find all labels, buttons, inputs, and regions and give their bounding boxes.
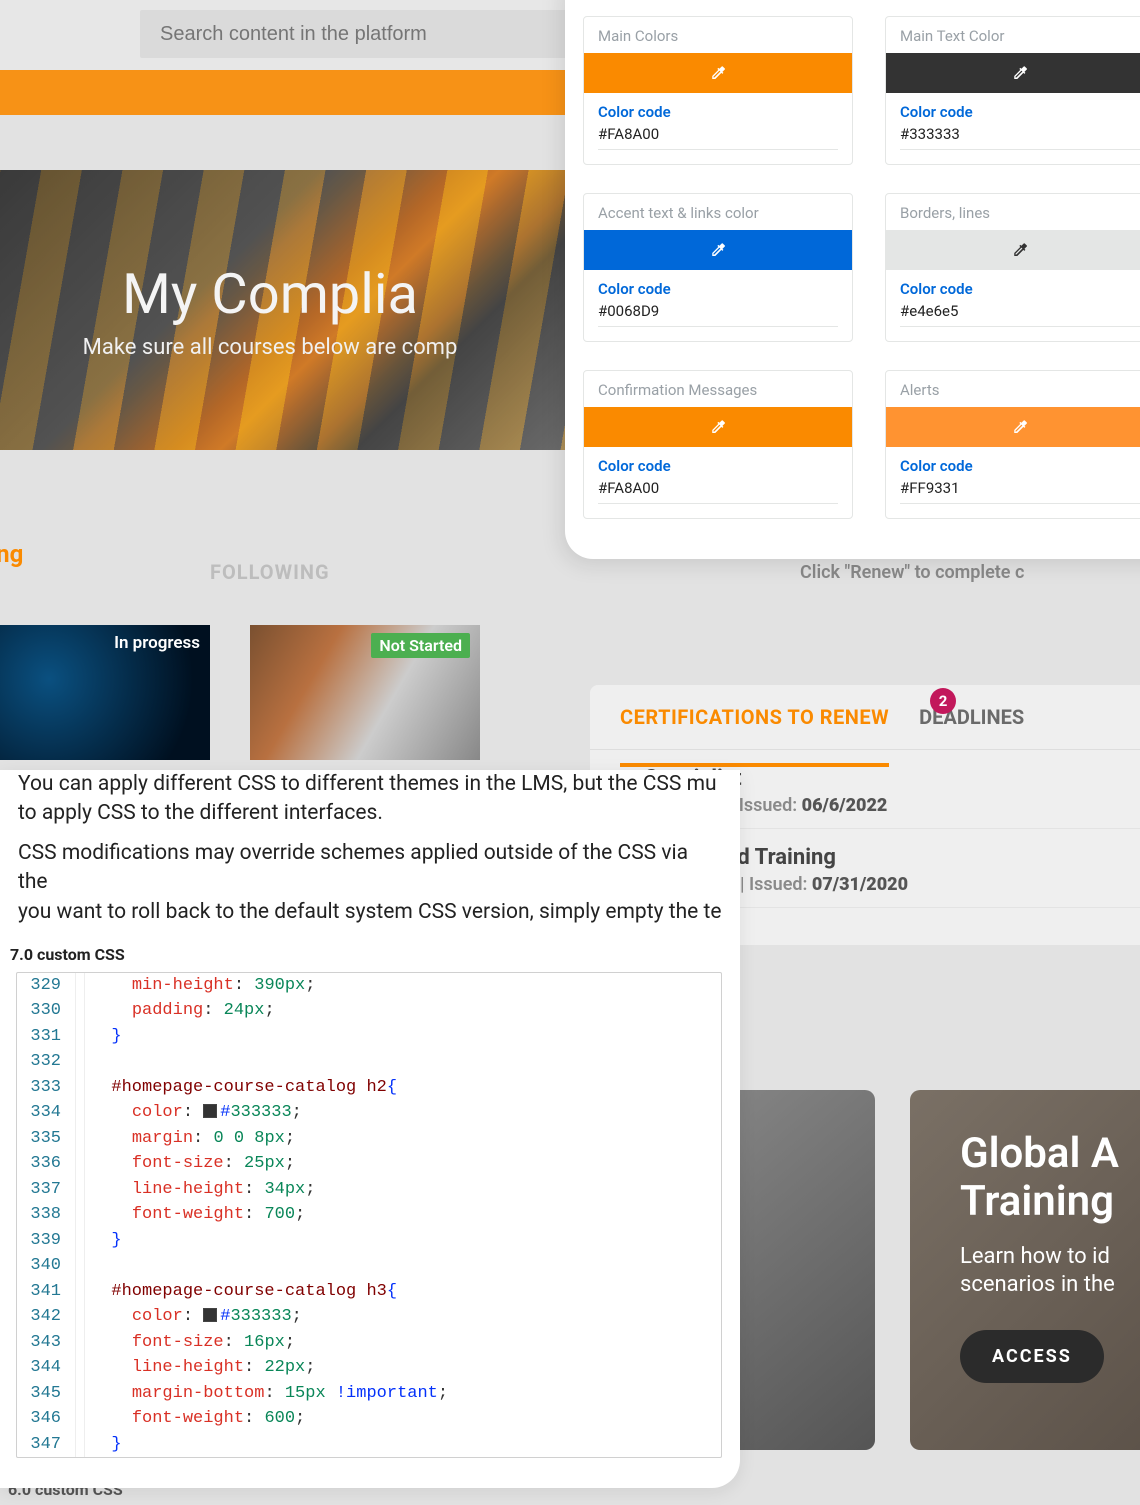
code-line: 340	[17, 1253, 721, 1279]
eyedropper-icon	[709, 418, 727, 436]
code-line: 335 margin: 0 0 8px;	[17, 1126, 721, 1152]
doc-paragraph: CSS modifications may override schemes a…	[18, 839, 722, 927]
code-line: 347 }	[17, 1432, 721, 1458]
color-card: Confirmation Messages Color code#FA8A00	[583, 370, 853, 519]
line-number: 331	[17, 1024, 75, 1050]
doc-subheading: 7.0 custom CSS	[10, 945, 722, 964]
doc-paragraph: You can apply different CSS to different…	[18, 770, 722, 829]
color-card-title: Main Text Color	[886, 17, 1140, 53]
line-number: 330	[17, 998, 75, 1024]
css-doc-overlay: You can apply different CSS to different…	[0, 770, 740, 1488]
access-button[interactable]: ACCESS	[960, 1330, 1104, 1383]
color-swatch[interactable]	[886, 230, 1140, 270]
line-number: 342	[17, 1304, 75, 1330]
color-code-value[interactable]: #FA8A00	[598, 121, 838, 150]
color-card-title: Borders, lines	[886, 194, 1140, 230]
hero-title: My Complia	[122, 261, 418, 327]
color-card: Alerts Color code#FF9331	[885, 370, 1140, 519]
eyedropper-icon	[1011, 64, 1029, 82]
color-swatch[interactable]	[886, 53, 1140, 93]
color-code-value[interactable]: #333333	[900, 121, 1140, 150]
line-number: 340	[17, 1253, 75, 1279]
color-code-value[interactable]: #FF9331	[900, 475, 1140, 504]
color-card-title: Confirmation Messages	[584, 371, 852, 407]
promo-title: Global A Training	[960, 1130, 1140, 1227]
tab-certifications-to-renew[interactable]: CERTIFICATIONS TO RENEW	[620, 705, 889, 749]
status-badge: Not Started	[371, 633, 470, 658]
renew-hint-text: Click "Renew" to complete c	[800, 562, 1024, 583]
line-number: 347	[17, 1432, 75, 1458]
color-code-value[interactable]: #e4e6e5	[900, 298, 1140, 327]
promo-desc: Learn how to id scenarios in the	[960, 1243, 1140, 1300]
line-number: 329	[17, 973, 75, 999]
tab-training-active[interactable]: ining	[0, 540, 23, 568]
color-card: Main Colors Color code#FA8A00	[583, 16, 853, 165]
cert-count-badge: 2	[930, 688, 956, 714]
line-number: 338	[17, 1202, 75, 1228]
color-swatch[interactable]	[584, 53, 852, 93]
code-line: 338 font-weight: 700;	[17, 1202, 721, 1228]
code-line: 344 line-height: 22px;	[17, 1355, 721, 1381]
line-number: 345	[17, 1381, 75, 1407]
code-editor[interactable]: 329 min-height: 390px;330 padding: 24px;…	[16, 972, 722, 1459]
code-line: 331 }	[17, 1024, 721, 1050]
color-swatch[interactable]	[584, 407, 852, 447]
line-number: 343	[17, 1330, 75, 1356]
code-line: 332	[17, 1049, 721, 1075]
color-card-title: Accent text & links color	[584, 194, 852, 230]
color-card: Accent text & links color Color code#0068…	[583, 193, 853, 342]
code-line: 346 font-weight: 600;	[17, 1406, 721, 1432]
color-code-label: Color code	[598, 280, 838, 298]
tab-following[interactable]: FOLLOWING	[210, 560, 330, 584]
course-card-inprogress[interactable]: In progress	[0, 625, 210, 760]
line-number: 335	[17, 1126, 75, 1152]
course-card-notstarted[interactable]: Not Started	[250, 625, 480, 760]
color-card-title: Alerts	[886, 371, 1140, 407]
eyedropper-icon	[1011, 241, 1029, 259]
hero-banner: My Complia Make sure all courses below a…	[0, 170, 580, 450]
code-line: 341 #homepage-course-catalog h3{	[17, 1279, 721, 1305]
color-code-value[interactable]: #0068D9	[598, 298, 838, 327]
line-number: 337	[17, 1177, 75, 1203]
color-settings-panel: Main ColorsColor code#FA8A00Main Text Co…	[565, 0, 1140, 559]
code-line: 334 color: #333333;	[17, 1100, 721, 1126]
color-code-label: Color code	[900, 103, 1140, 121]
code-line: 337 line-height: 34px;	[17, 1177, 721, 1203]
code-line: 336 font-size: 25px;	[17, 1151, 721, 1177]
line-number: 336	[17, 1151, 75, 1177]
eyedropper-icon	[1011, 418, 1029, 436]
line-number: 344	[17, 1355, 75, 1381]
color-code-label: Color code	[598, 457, 838, 475]
eyedropper-icon	[709, 64, 727, 82]
line-number: 341	[17, 1279, 75, 1305]
code-line: 345 margin-bottom: 15px !important;	[17, 1381, 721, 1407]
line-number: 346	[17, 1406, 75, 1432]
color-swatch[interactable]	[886, 407, 1140, 447]
code-line: 339 }	[17, 1228, 721, 1254]
color-card-title: Main Colors	[584, 17, 852, 53]
promo-card-global-training[interactable]: Global A Training Learn how to id scenar…	[910, 1090, 1140, 1450]
code-line: 329 min-height: 390px;	[17, 973, 721, 999]
color-card: Borders, lines Color code#e4e6e5	[885, 193, 1140, 342]
code-line: 342 color: #333333;	[17, 1304, 721, 1330]
code-line: 330 padding: 24px;	[17, 998, 721, 1024]
hero-subtitle: Make sure all courses below are comp	[83, 335, 458, 360]
code-line: 343 font-size: 16px;	[17, 1330, 721, 1356]
color-code-label: Color code	[900, 280, 1140, 298]
line-number: 334	[17, 1100, 75, 1126]
status-badge: In progress	[114, 633, 200, 653]
color-swatch[interactable]	[584, 230, 852, 270]
line-number: 332	[17, 1049, 75, 1075]
line-number: 339	[17, 1228, 75, 1254]
color-card: Main Text Color Color code#333333	[885, 16, 1140, 165]
line-number: 333	[17, 1075, 75, 1101]
color-code-value[interactable]: #FA8A00	[598, 475, 838, 504]
color-code-label: Color code	[598, 103, 838, 121]
eyedropper-icon	[709, 241, 727, 259]
color-code-label: Color code	[900, 457, 1140, 475]
code-line: 333 #homepage-course-catalog h2{	[17, 1075, 721, 1101]
